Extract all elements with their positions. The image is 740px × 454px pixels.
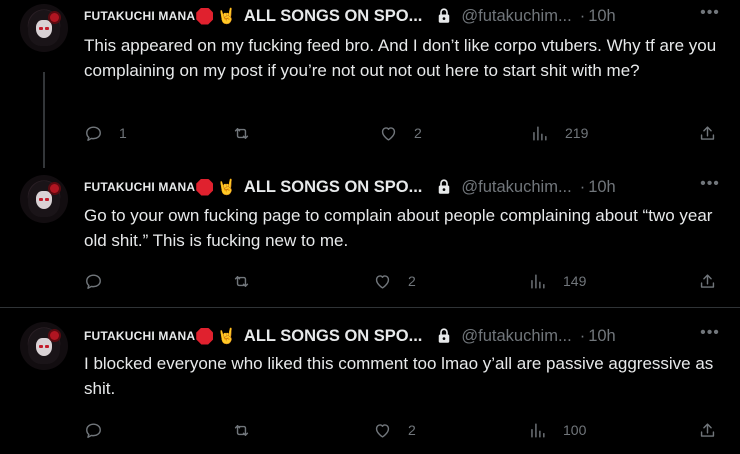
author-name[interactable]: FUTAKUCHI MANA bbox=[84, 180, 195, 194]
heart-icon bbox=[381, 126, 396, 141]
separator-dot: · bbox=[579, 6, 586, 25]
post-timestamp[interactable]: 10h bbox=[588, 327, 616, 346]
stop-sign-emoji bbox=[196, 178, 214, 196]
more-options-icon[interactable]: ••• bbox=[700, 325, 720, 346]
stop-sign-emoji bbox=[196, 7, 214, 25]
like-count: 2 bbox=[414, 125, 422, 141]
views-icon bbox=[531, 422, 545, 438]
share-icon bbox=[700, 125, 715, 140]
post[interactable]: FUTAKUCHI MANA 🤘 ALL SONGS ON SPO... @fu… bbox=[0, 165, 740, 308]
reply-button[interactable]: 1 bbox=[84, 123, 127, 143]
share-button[interactable] bbox=[698, 123, 717, 143]
view-count: 219 bbox=[565, 125, 589, 141]
like-button[interactable]: 2 bbox=[379, 123, 422, 143]
like-count: 2 bbox=[408, 422, 416, 438]
view-count: 100 bbox=[563, 422, 587, 438]
stop-sign-emoji bbox=[196, 327, 214, 345]
post-actions: 1 2 219 bbox=[84, 123, 724, 143]
post-actions: 2 149 bbox=[84, 271, 724, 291]
heart-icon bbox=[375, 423, 390, 438]
like-button[interactable]: 2 bbox=[373, 271, 416, 291]
post-text: I blocked everyone who liked this commen… bbox=[84, 354, 714, 398]
reply-icon bbox=[86, 422, 101, 438]
post-header: FUTAKUCHI MANA 🤘 ALL SONGS ON SPO... @fu… bbox=[84, 326, 616, 346]
post-actions: 2 100 bbox=[84, 420, 724, 440]
author-handle[interactable]: @futakuchim... bbox=[461, 7, 571, 26]
sign-of-horns-emoji: 🤘 bbox=[217, 8, 236, 25]
view-count: 149 bbox=[563, 273, 587, 289]
share-icon bbox=[700, 422, 715, 437]
author-handle[interactable]: @futakuchim... bbox=[461, 327, 571, 346]
sign-of-horns-emoji: 🤘 bbox=[217, 179, 236, 196]
reply-count: 1 bbox=[119, 125, 127, 141]
repost-button[interactable] bbox=[232, 271, 267, 291]
post-timestamp[interactable]: 10h bbox=[588, 7, 616, 26]
views-button[interactable]: 149 bbox=[528, 271, 586, 291]
repost-icon bbox=[234, 424, 249, 436]
like-count: 2 bbox=[408, 273, 416, 289]
repost-icon bbox=[234, 127, 249, 139]
author-name[interactable]: FUTAKUCHI MANA bbox=[84, 329, 195, 343]
reply-button[interactable] bbox=[84, 271, 119, 291]
repost-icon bbox=[234, 275, 249, 287]
avatar[interactable] bbox=[20, 4, 68, 52]
post-text: This appeared on my fucking feed bro. An… bbox=[84, 36, 717, 80]
share-button[interactable] bbox=[698, 420, 717, 440]
author-name-suffix[interactable]: ALL SONGS ON SPO... bbox=[244, 178, 422, 197]
author-name[interactable]: FUTAKUCHI MANA bbox=[84, 9, 195, 23]
post-timestamp[interactable]: 10h bbox=[588, 178, 616, 197]
share-icon bbox=[700, 273, 715, 288]
author-name-suffix[interactable]: ALL SONGS ON SPO... bbox=[244, 7, 422, 26]
lock-icon bbox=[439, 8, 450, 23]
lock-icon bbox=[439, 328, 450, 343]
reply-button[interactable] bbox=[84, 420, 119, 440]
sign-of-horns-emoji: 🤘 bbox=[217, 328, 236, 345]
separator-dot: · bbox=[579, 177, 586, 196]
views-button[interactable]: 219 bbox=[530, 123, 588, 143]
more-options-icon[interactable]: ••• bbox=[700, 5, 720, 26]
reply-icon bbox=[86, 125, 101, 141]
post-header: FUTAKUCHI MANA 🤘 ALL SONGS ON SPO... @fu… bbox=[84, 6, 616, 26]
post-header: FUTAKUCHI MANA 🤘 ALL SONGS ON SPO... @fu… bbox=[84, 177, 616, 197]
more-options-icon[interactable]: ••• bbox=[700, 176, 720, 197]
reply-icon bbox=[86, 273, 101, 289]
separator-dot: · bbox=[579, 326, 586, 345]
views-icon bbox=[531, 273, 545, 289]
lock-icon bbox=[439, 179, 450, 194]
repost-button[interactable] bbox=[232, 420, 267, 440]
repost-button[interactable] bbox=[232, 123, 267, 143]
heart-icon bbox=[375, 274, 390, 289]
author-handle[interactable]: @futakuchim... bbox=[461, 178, 571, 197]
author-name-suffix[interactable]: ALL SONGS ON SPO... bbox=[244, 327, 422, 346]
post-text: Go to your own fucking page to complain … bbox=[84, 206, 713, 250]
avatar[interactable] bbox=[20, 175, 68, 223]
views-icon bbox=[533, 125, 547, 141]
post[interactable]: FUTAKUCHI MANA 🤘 ALL SONGS ON SPO... @fu… bbox=[0, 0, 740, 168]
thread-connector-line bbox=[43, 72, 45, 168]
avatar[interactable] bbox=[20, 322, 68, 370]
share-button[interactable] bbox=[698, 271, 717, 291]
like-button[interactable]: 2 bbox=[373, 420, 416, 440]
views-button[interactable]: 100 bbox=[528, 420, 586, 440]
post[interactable]: FUTAKUCHI MANA 🤘 ALL SONGS ON SPO... @fu… bbox=[0, 309, 740, 454]
